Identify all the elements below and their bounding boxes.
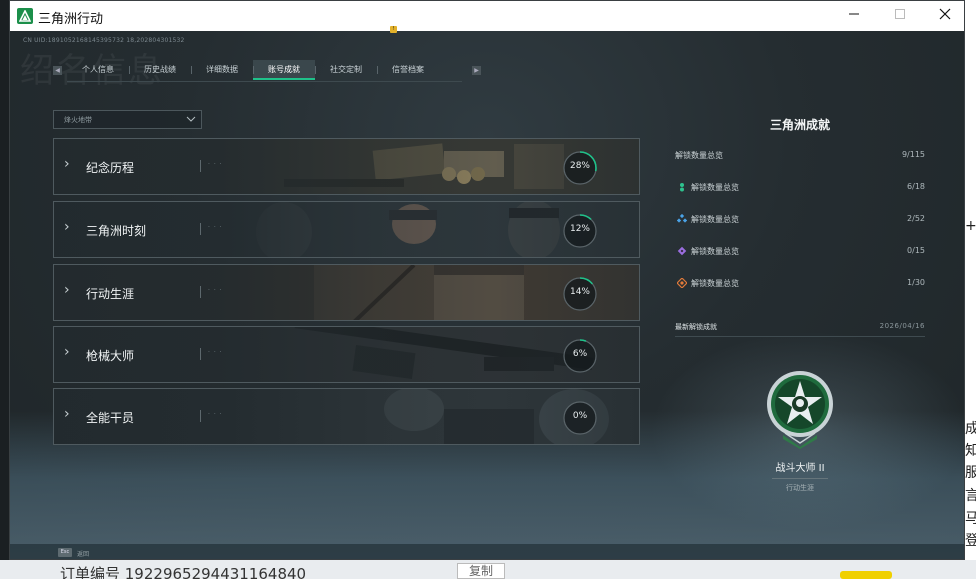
summary-label: 解锁数量总览 [691,247,739,256]
card-shade [54,139,639,194]
background-text: 成 [965,421,976,437]
summary-row: 解锁数量总览 2/52 [675,212,925,226]
summary-label: 解锁数量总览 [691,183,739,192]
progress-percent: 12% [569,224,590,234]
tab-bar: 个人信息 历史战绩 详细数据 账号成就 社交定制 信誉档案 [67,60,439,80]
green-rank-icon [680,183,684,192]
summary-label: 解锁数量总览 [691,215,739,224]
order-number: 订单编号 1922965294431164840 [60,565,307,579]
mode-filter-value: 烽火地带 [64,116,92,124]
progress-percent: 14% [569,287,590,297]
delta-force-logo-icon [17,8,33,24]
title-bar: 三角洲行动 [10,1,964,31]
tab-personal-info[interactable]: 个人信息 [67,60,129,80]
background-text: +方 [965,218,976,234]
copy-button[interactable]: 复制 [457,563,505,579]
chevron-right-icon: › [64,282,70,298]
close-icon[interactable] [931,5,959,27]
progress-percent: 28% [569,161,590,171]
latest-unlock-label: 最新解锁成就 [675,323,717,331]
background-text: 知 [965,443,976,459]
achievement-name: 战斗大师 II [775,463,825,474]
summary-label: 解锁数量总览 [675,151,723,160]
achievement-category-card[interactable]: › 三角洲时刻 · · · 12% [53,201,640,258]
background-text: 言 [965,488,976,504]
summary-row: 解锁数量总览 0/15 [675,244,925,258]
tab-prev-icon[interactable]: ◀ [53,66,62,75]
summary-value: 0/15 [907,246,925,255]
summary-row: 解锁数量总览 6/18 [675,180,925,194]
chevron-down-icon [186,114,196,127]
esc-key-button[interactable]: Esc [58,548,72,557]
progress-percent: 0% [572,411,588,421]
dots-decoration: · · · [208,349,223,356]
achievement-category: 行动生涯 [786,484,814,492]
back-label[interactable]: 返回 [77,549,89,558]
divider [675,336,925,337]
tab-credit-record[interactable]: 信誉档案 [377,60,439,80]
achievement-category-card[interactable]: › 行动生涯 · · · 14% [53,264,640,321]
category-label: 全能干员 [86,411,135,425]
category-label: 三角洲时刻 [86,224,147,238]
divider [200,160,201,172]
dots-decoration: · · · [208,224,223,231]
tab-account-achievements[interactable]: 账号成就 [253,60,315,80]
divider [200,286,201,298]
summary-label: 解锁数量总览 [691,279,739,288]
tab-match-history[interactable]: 历史战绩 [129,60,191,80]
window-title: 三角洲行动 [38,12,104,27]
summary-total-row: 解锁数量总览 9/115 [675,148,925,162]
minimize-icon[interactable] [840,5,868,27]
summary-row: 解锁数量总览 1/30 [675,276,925,290]
background-yellow-button[interactable] [840,571,892,579]
achievement-badge-icon[interactable] [765,369,835,449]
card-shade [54,389,639,444]
notification-badge: ! [390,26,397,33]
background-text: 马 [965,511,976,527]
achievement-category-card[interactable]: › 全能干员 · · · 0% [53,388,640,445]
tab-social-custom[interactable]: 社交定制 [315,60,377,80]
tab-divider [67,81,462,82]
category-label: 行动生涯 [86,287,135,301]
background-text: 登 [965,533,976,549]
progress-percent: 6% [572,349,588,359]
orange-rank-icon [677,278,687,288]
chevron-right-icon: › [64,344,70,360]
uid-text: CN UID:1891052168145395732 18,2028043015… [23,37,185,44]
category-label: 枪械大师 [86,349,135,363]
divider [200,348,201,360]
chevron-right-icon: › [64,406,70,422]
game-area: 绍名信息 CN UID:1891052168145395732 18,20280… [10,26,964,559]
dots-decoration: · · · [208,161,223,168]
latest-unlock-date: 2026/04/16 [879,322,925,330]
summary-value: 1/30 [907,278,925,287]
card-shade [54,265,639,320]
chevron-right-icon: › [64,156,70,172]
category-label: 纪念历程 [86,161,135,175]
game-window: 三角洲行动 绍名信息 CN UID:1891052168145395732 18… [9,0,965,560]
purple-rank-icon [677,246,687,256]
blue-rank-icon [677,214,687,223]
dots-decoration: · · · [208,411,223,418]
divider [200,410,201,422]
latest-unlock-header: 最新解锁成就 2026/04/16 [675,322,925,332]
mode-filter-dropdown[interactable]: 烽火地带 [53,110,202,129]
tab-detailed-data[interactable]: 详细数据 [191,60,253,80]
summary-value: 2/52 [907,214,925,223]
divider [200,223,201,235]
background-text: 服 [965,465,976,481]
dots-decoration: · · · [208,287,223,294]
summary-title: 三角洲成就 [769,118,830,132]
footer-bar: Esc 返回 [10,544,964,559]
achievement-category-card[interactable]: › 纪念历程 · · · 28% [53,138,640,195]
summary-value: 9/115 [901,150,925,159]
divider [772,478,828,479]
chevron-right-icon: › [64,219,70,235]
tab-next-icon[interactable]: ▶ [472,66,481,75]
achievement-category-card[interactable]: › 枪械大师 · · · 6% [53,326,640,383]
desktop: +方 成 知 服 言 马 登 订单编号 1922965294431164840 … [0,0,976,579]
maximize-icon[interactable] [886,5,914,27]
card-shade [54,327,639,382]
summary-value: 6/18 [907,182,925,191]
